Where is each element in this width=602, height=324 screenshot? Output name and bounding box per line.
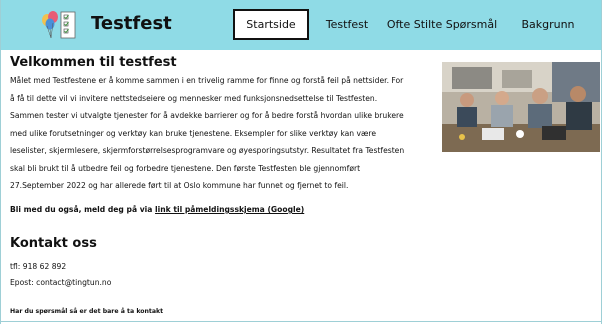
site-brand[interactable]: Testfest <box>91 12 172 36</box>
intro-paragraph: Målet med Testfestene er å komme sammen … <box>10 72 440 195</box>
bottom-divider <box>1 321 601 322</box>
group-photo-icon <box>442 62 600 152</box>
contact-title: Kontakt oss <box>10 236 97 251</box>
contact-email: Epost: contact@tingtun.no <box>10 278 112 287</box>
page-title: Velkommen til testfest <box>10 55 177 70</box>
signup-prefix: Bli med du også, meld deg på via <box>10 205 156 214</box>
intro-line: med ulike forutsetninger og verktøy kan … <box>10 128 377 138</box>
nav-tab-startside[interactable]: Startside <box>233 9 309 40</box>
nav-tab-bakgrunn[interactable]: Bakgrunn <box>513 9 583 40</box>
nav-tab-testfest[interactable]: Testfest <box>319 9 375 40</box>
contact-note: Har du spørsmål så er det bare å ta kont… <box>10 308 164 315</box>
intro-line: 27.September 2022 og har allerede ført t… <box>10 181 349 190</box>
intro-line: å få til dette vil vi invitere nettsteds… <box>10 93 378 103</box>
page: Testfest Startside Testfest Ofte Stilte … <box>0 0 602 324</box>
intro-line: skal bli brukt til å utbedre feil og for… <box>10 163 361 173</box>
balloons-checklist-icon[interactable] <box>39 10 81 40</box>
intro-line: leselister, skjermlesere, skjermforstørr… <box>10 146 405 155</box>
intro-line: Sammen tester vi utvalgte tjenester for … <box>10 111 404 120</box>
signup-text: Bli med du også, meld deg på via link ti… <box>10 204 304 216</box>
contact-phone: tfl: 918 62 892 <box>10 262 67 271</box>
intro-line: Målet med Testfestene er å komme sammen … <box>10 76 404 85</box>
nav-tab-faq[interactable]: Ofte Stilte Spørsmål <box>381 9 503 40</box>
site-header: Testfest Startside Testfest Ofte Stilte … <box>1 0 601 50</box>
signup-link[interactable]: link til påmeldingsskjema (Google) <box>155 205 304 214</box>
